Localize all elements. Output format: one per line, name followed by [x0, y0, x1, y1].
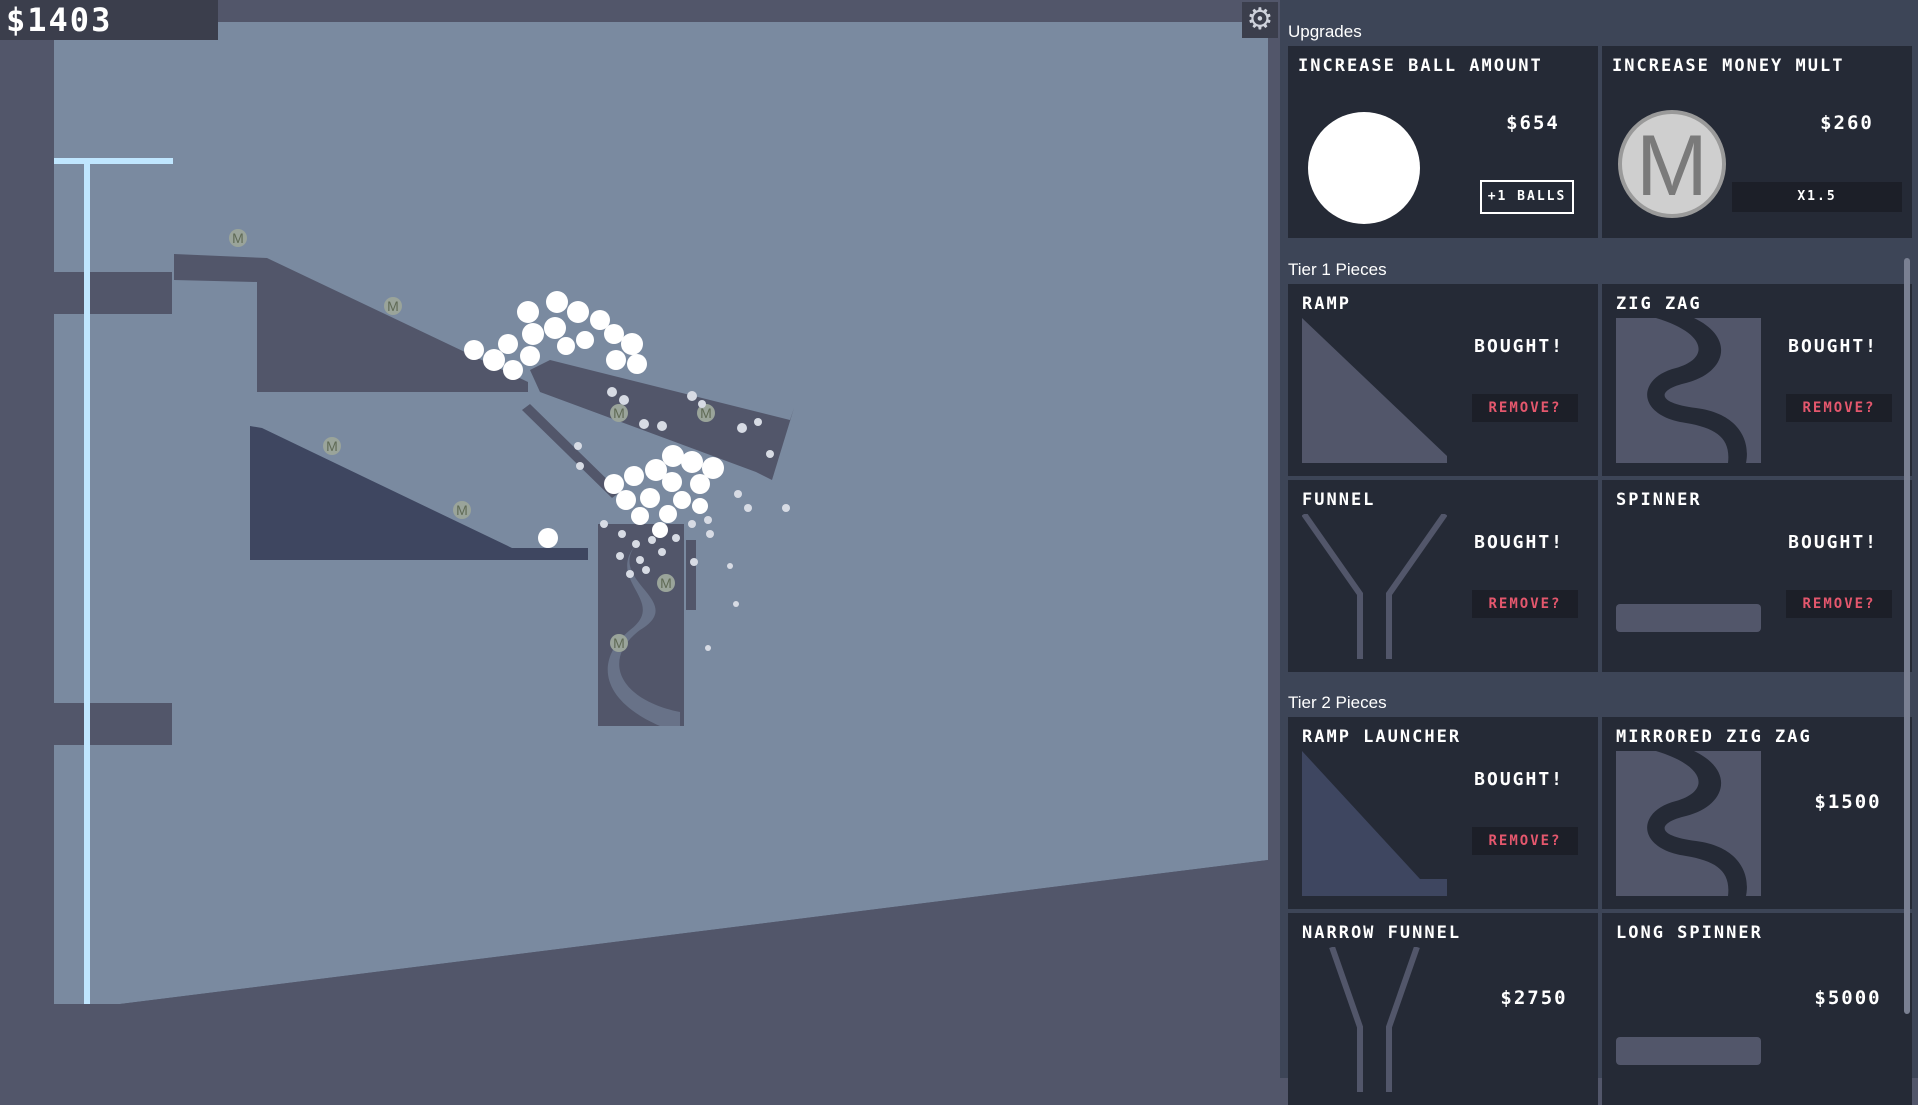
piece-card-mirrored-zig-zag[interactable]: Mirrored Zig Zag $1500 [1602, 717, 1912, 909]
money-coin-icon: M [1618, 110, 1726, 218]
coin-letter: M [660, 575, 672, 591]
tier1-title: Tier 1 Pieces [1288, 260, 1387, 279]
piece-name: Mirrored Zig Zag [1616, 727, 1812, 747]
remove-button[interactable]: Remove? [1472, 827, 1578, 855]
ledge-bottom [54, 703, 172, 745]
coin-letter: M [326, 438, 338, 454]
tier2-title: Tier 2 Pieces [1288, 693, 1387, 712]
piece-card-funnel[interactable]: Funnel Bought! Remove? [1288, 480, 1598, 672]
remove-button[interactable]: Remove? [1472, 590, 1578, 618]
game-board[interactable]: M M M M M M M M $1403 ⚙ [0, 0, 1280, 1078]
gear-icon: ⚙ [1246, 2, 1274, 37]
piece-name: Long Spinner [1616, 923, 1763, 943]
piece-name: Narrow Funnel [1302, 923, 1462, 943]
mirrored-zig-zag-thumbnail [1616, 751, 1761, 896]
piece-card-zig-zag[interactable]: Zig Zag Bought! Remove? [1602, 284, 1912, 476]
coin-letter: M [232, 230, 244, 246]
narrow-funnel-thumbnail [1329, 947, 1420, 1092]
piece-name: Ramp Launcher [1302, 727, 1462, 747]
bought-status: Bought! [1788, 336, 1878, 357]
piece-card-ramp[interactable]: Ramp Bought! Remove? [1288, 284, 1598, 476]
piece-card-ramp-launcher[interactable]: Ramp Launcher Bought! Remove? [1288, 717, 1598, 909]
coin-letter: M [387, 298, 399, 314]
multiplier-label: x1.5 [1732, 182, 1902, 212]
bought-status: Bought! [1474, 532, 1564, 553]
upgrade-ball-amount[interactable]: Increase Ball Amount $654 +1 Balls [1288, 46, 1598, 238]
scrollbar[interactable] [1904, 258, 1910, 1014]
zig-zag-side [686, 540, 696, 610]
piece-name: Funnel [1302, 490, 1376, 510]
ledge-top [54, 272, 172, 314]
settings-button[interactable]: ⚙ [1242, 2, 1278, 38]
spinner-thumbnail [1616, 604, 1761, 632]
buy-ball-button[interactable]: +1 Balls [1480, 180, 1574, 214]
coin-letter: M [613, 635, 625, 651]
upgrades-title: Upgrades [1288, 22, 1362, 41]
piece-card-narrow-funnel[interactable]: Narrow Funnel $2750 [1288, 913, 1598, 1105]
piece-price: $1500 [1814, 791, 1882, 813]
upgrade-price: $260 [1820, 112, 1874, 134]
ball-icon [1308, 112, 1420, 224]
remove-button[interactable]: Remove? [1786, 590, 1892, 618]
ramp-thumbnail [1302, 318, 1447, 463]
money-counter: $1403 [0, 0, 218, 40]
ramp-launcher-thumbnail [1302, 751, 1447, 896]
bought-status: Bought! [1474, 769, 1564, 790]
remove-button[interactable]: Remove? [1472, 394, 1578, 422]
funnel-thumbnail [1302, 514, 1447, 659]
piece-name: Ramp [1302, 294, 1351, 314]
piece-price: $5000 [1814, 987, 1882, 1009]
upgrade-name: Increase Money Mult [1612, 56, 1845, 76]
piece-name: Zig Zag [1616, 294, 1702, 314]
upgrade-price: $654 [1506, 112, 1560, 134]
spawner-rail [84, 158, 90, 1004]
upgrade-money-mult[interactable]: Increase Money Mult M $260 x1.5 [1602, 46, 1912, 238]
piece-card-spinner[interactable]: Spinner Bought! Remove? [1602, 480, 1912, 672]
bought-status: Bought! [1474, 336, 1564, 357]
piece-price: $2750 [1500, 987, 1568, 1009]
piece-name: Spinner [1616, 490, 1702, 510]
board-scene[interactable]: M M M M M M M M [0, 0, 1280, 1078]
coin-letter: M [456, 502, 468, 518]
piece-card-long-spinner[interactable]: Long Spinner $5000 [1602, 913, 1912, 1105]
long-spinner-thumbnail [1616, 1037, 1761, 1065]
upgrade-name: Increase Ball Amount [1298, 56, 1543, 76]
bought-status: Bought! [1788, 532, 1878, 553]
spawner-rail-top [54, 158, 173, 164]
zig-zag-thumbnail [1616, 318, 1761, 463]
shop-panel: Upgrades Increase Ball Amount $654 +1 Ba… [1280, 0, 1918, 1105]
remove-button[interactable]: Remove? [1786, 394, 1892, 422]
coin-letter: M [613, 405, 625, 421]
